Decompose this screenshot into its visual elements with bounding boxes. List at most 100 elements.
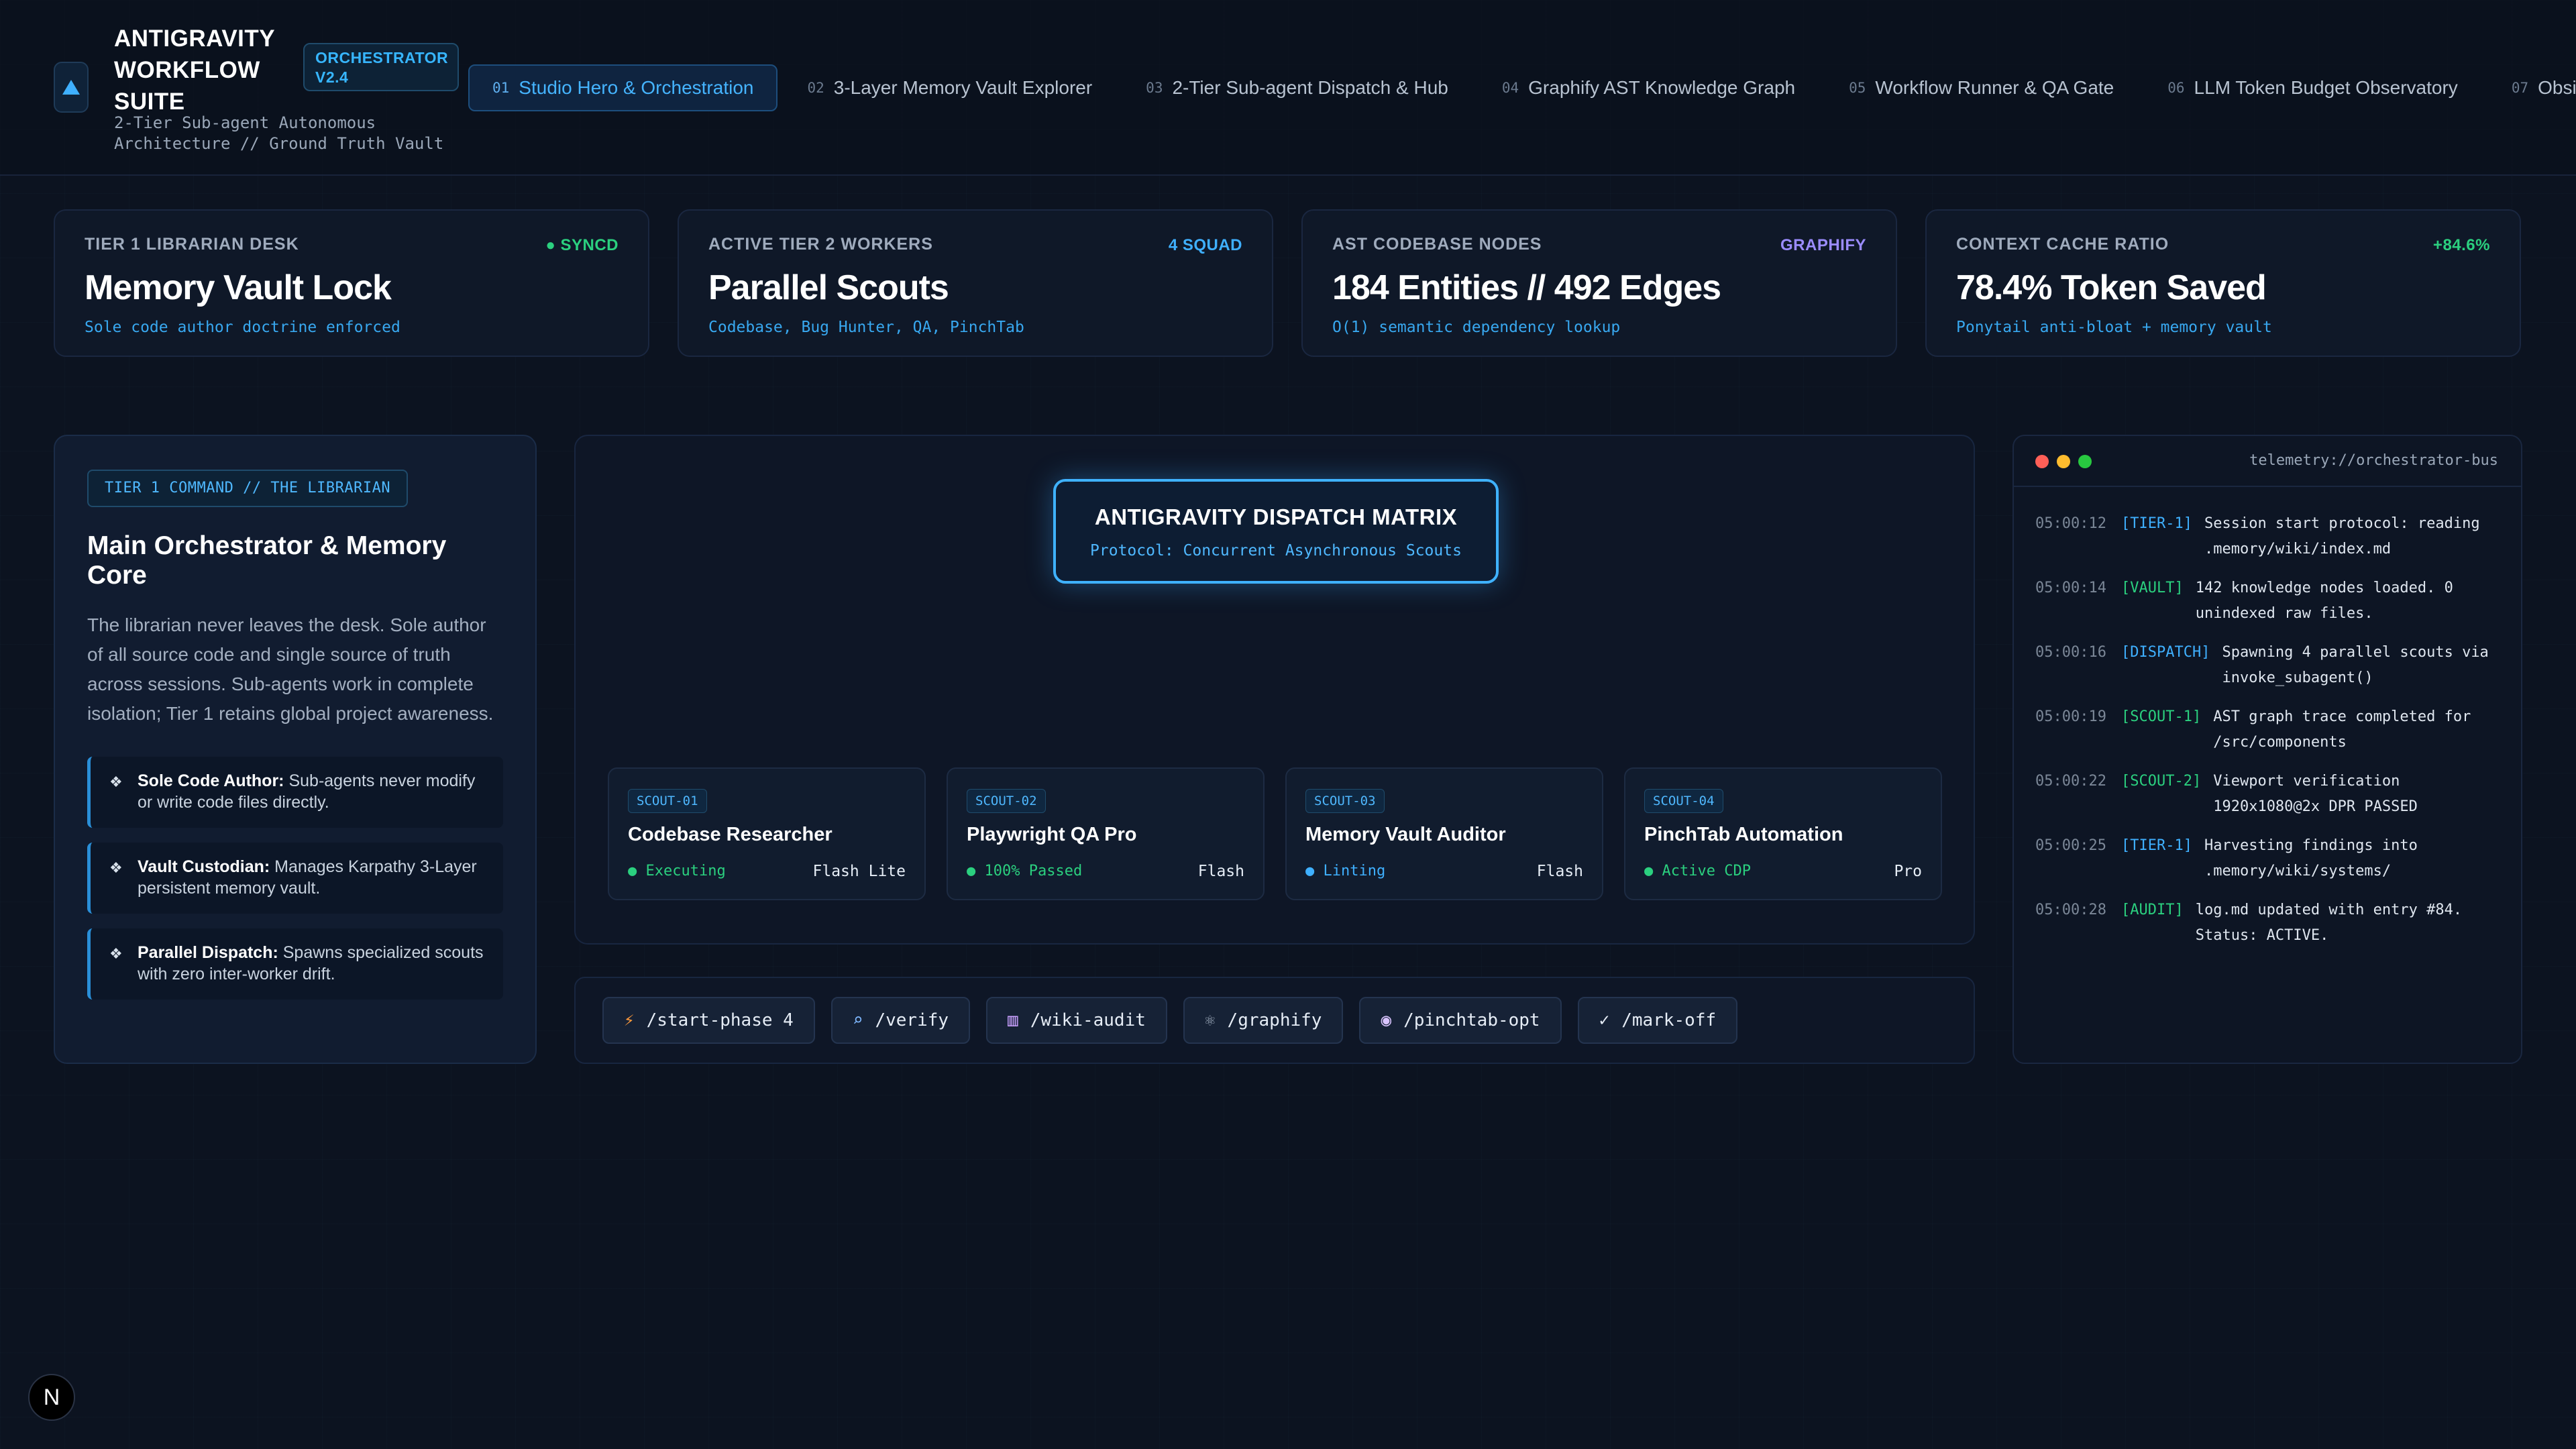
scout-status: ● Active CDP (1644, 863, 1751, 879)
log-tag: [AUDIT] (2121, 902, 2184, 918)
log-message: log.md updated with entry #84. Status: A… (2195, 902, 2463, 944)
books-icon: ▥ (1008, 1010, 1018, 1030)
scout-model: Flash Lite (812, 863, 906, 880)
n-logo-icon: N (43, 1384, 60, 1410)
diamond-icon: ❖ (109, 773, 123, 790)
stat-card-ast-nodes: AST CODEBASE NODES GRAPHIFY 184 Entities… (1301, 209, 1897, 357)
log-line: 05:00:19 [SCOUT-1] AST graph trace compl… (2035, 704, 2498, 755)
log-message: Spawning 4 parallel scouts via invoke_su… (2222, 644, 2489, 686)
maximize-window-dot[interactable] (2078, 455, 2092, 468)
n-logo-button[interactable]: N (28, 1374, 75, 1421)
atom-icon: ⚛ (1204, 1010, 1216, 1030)
command-label: /verify (875, 1010, 949, 1030)
tab-dispatch-hub[interactable]: 03 2-Tier Sub-agent Dispatch & Hub (1122, 64, 1472, 111)
stat-label: TIER 1 LIBRARIAN DESK (85, 235, 299, 254)
robot-icon: ◉ (1381, 1010, 1392, 1030)
stat-subtitle: Ponytail anti-bloat + memory vault (1956, 319, 2272, 336)
log-time: 05:00:14 (2035, 580, 2106, 596)
tab-label: Obsidian / (2538, 77, 2576, 98)
scout-card[interactable]: SCOUT-01 Codebase Researcher ● Executing… (608, 767, 926, 900)
log-line: 05:00:25 [TIER-1] Harvesting findings in… (2035, 833, 2498, 884)
tab-studio-hero[interactable]: 01 Studio Hero & Orchestration (468, 64, 778, 111)
scout-card[interactable]: SCOUT-03 Memory Vault Auditor ● Linting … (1285, 767, 1603, 900)
tab-memory-vault[interactable]: 02 3-Layer Memory Vault Explorer (783, 64, 1116, 111)
librarian-panel: TIER 1 COMMAND // THE LIBRARIAN Main Orc… (54, 435, 537, 1064)
tab-number: 05 (1849, 80, 1866, 96)
start-phase-button[interactable]: ⚡ /start-phase 4 (602, 997, 815, 1044)
stat-card-librarian: TIER 1 LIBRARIAN DESK ● SYNCD Memory Vau… (54, 209, 649, 357)
log-time: 05:00:25 (2035, 837, 2106, 854)
log-line: 05:00:28 [AUDIT] log.md updated with ent… (2035, 898, 2498, 949)
app-title: ANTIGRAVITY WORKFLOW SUITE (114, 25, 275, 115)
app-header: ANTIGRAVITY WORKFLOW SUITE ORCHESTRATOR … (0, 0, 2576, 176)
stat-subtitle: O(1) semantic dependency lookup (1332, 319, 1621, 336)
scout-id: SCOUT-04 (1644, 789, 1723, 813)
status-badge: 4 SQUAD (1168, 236, 1242, 254)
command-label: /wiki-audit (1030, 1010, 1146, 1030)
command-label: /start-phase 4 (646, 1010, 794, 1030)
scout-id: SCOUT-01 (628, 789, 707, 813)
list-item: ❖ Sole Code Author: Sub-agents never mod… (87, 757, 503, 828)
scout-status: ● Executing (628, 863, 726, 879)
lightning-icon: ⚡ (624, 1010, 635, 1030)
stat-value: 184 Entities // 492 Edges (1332, 268, 1721, 307)
log-time: 05:00:12 (2035, 515, 2106, 532)
tab-graphify[interactable]: 04 Graphify AST Knowledge Graph (1478, 64, 1819, 111)
scout-name: PinchTab Automation (1644, 824, 1843, 845)
command-label: /mark-off (1621, 1010, 1717, 1030)
scout-name: Memory Vault Auditor (1305, 824, 1506, 845)
log-message: 142 knowledge nodes loaded. 0 unindexed … (2195, 580, 2453, 622)
scout-card[interactable]: SCOUT-04 PinchTab Automation ● Active CD… (1624, 767, 1942, 900)
command-label: /pinchtab-opt (1403, 1010, 1540, 1030)
minimize-window-dot[interactable] (2057, 455, 2070, 468)
triangle-up-icon (62, 80, 80, 95)
log-time: 05:00:28 (2035, 902, 2106, 918)
mark-off-button[interactable]: ✓ /mark-off (1577, 997, 1738, 1044)
stat-value: 78.4% Token Saved (1956, 268, 2267, 307)
status-badge: +84.6% (2432, 236, 2490, 254)
log-line: 05:00:22 [SCOUT-2] Viewport verification… (2035, 769, 2498, 820)
tab-label: 3-Layer Memory Vault Explorer (833, 77, 1093, 98)
app-logo[interactable] (54, 62, 89, 113)
status-badge: GRAPHIFY (1780, 236, 1866, 254)
status-badge: ● SYNCD (545, 236, 619, 254)
tab-label: Graphify AST Knowledge Graph (1528, 77, 1796, 98)
scout-card[interactable]: SCOUT-02 Playwright QA Pro ● 100% Passed… (947, 767, 1265, 900)
log-message: AST graph trace completed for /src/compo… (2213, 708, 2471, 751)
stat-label: CONTEXT CACHE RATIO (1956, 235, 2169, 254)
dispatch-matrix-panel: ANTIGRAVITY DISPATCH MATRIX Protocol: Co… (574, 435, 1975, 945)
log-tag: [TIER-1] (2121, 837, 2192, 854)
tab-number: 07 (2511, 80, 2529, 96)
tab-token-budget[interactable]: 06 LLM Token Budget Observatory (2143, 64, 2482, 111)
scout-status: ● Linting (1305, 863, 1386, 879)
pinchtab-opt-button[interactable]: ◉ /pinchtab-opt (1359, 997, 1562, 1044)
stat-card-workers: ACTIVE TIER 2 WORKERS 4 SQUAD Parallel S… (678, 209, 1273, 357)
log-time: 05:00:19 (2035, 708, 2106, 725)
librarian-description: The librarian never leaves the desk. Sol… (87, 614, 494, 724)
dispatch-matrix-header[interactable]: ANTIGRAVITY DISPATCH MATRIX Protocol: Co… (1053, 479, 1499, 584)
diamond-icon: ❖ (109, 945, 123, 962)
diamond-icon: ❖ (109, 859, 123, 876)
stat-subtitle: Codebase, Bug Hunter, QA, PinchTab (708, 319, 1024, 336)
tab-obsidian[interactable]: 07 Obsidian / (2487, 64, 2576, 111)
close-window-dot[interactable] (2035, 455, 2049, 468)
scout-model: Flash (1536, 863, 1583, 880)
search-icon: ⌕ (852, 1010, 863, 1030)
tab-label: Workflow Runner & QA Gate (1875, 77, 2114, 98)
matrix-title: ANTIGRAVITY DISPATCH MATRIX (1094, 504, 1458, 529)
version-badge: ORCHESTRATOR V2.4 (303, 43, 459, 91)
tab-workflow-runner[interactable]: 05 Workflow Runner & QA Gate (1825, 64, 2138, 111)
librarian-list: ❖ Sole Code Author: Sub-agents never mod… (87, 757, 503, 1000)
tab-number: 06 (2167, 80, 2185, 96)
log-tag: [SCOUT-2] (2121, 773, 2202, 790)
app-subtitle: 2-Tier Sub-agent Autonomous Architecture… (114, 113, 444, 153)
item-title: Parallel Dispatch: (138, 943, 278, 962)
graphify-button[interactable]: ⚛ /graphify (1183, 997, 1344, 1044)
stat-card-context-cache: CONTEXT CACHE RATIO +84.6% 78.4% Token S… (1925, 209, 2521, 357)
wiki-audit-button[interactable]: ▥ /wiki-audit (986, 997, 1167, 1044)
verify-button[interactable]: ⌕ /verify (830, 997, 971, 1044)
terminal-title: telemetry://orchestrator-bus (2249, 452, 2498, 469)
log-message: Viewport verification 1920x1080@2x DPR P… (2213, 773, 2418, 815)
terminal-header: telemetry://orchestrator-bus (2014, 436, 2521, 487)
matrix-protocol: Protocol: Concurrent Asynchronous Scouts (1090, 542, 1462, 559)
